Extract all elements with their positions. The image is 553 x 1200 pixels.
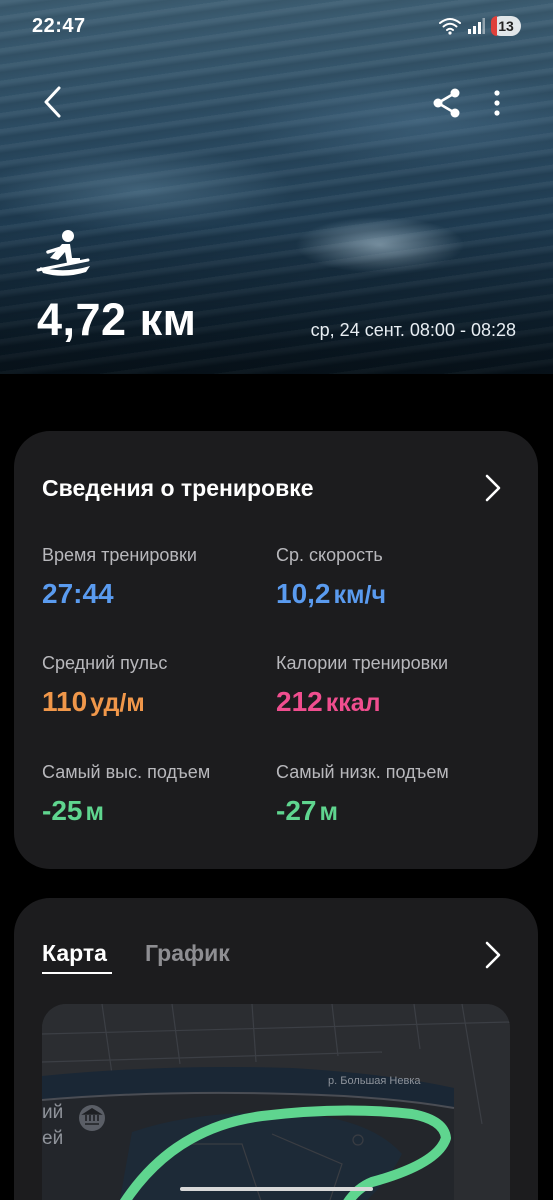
share-icon[interactable] [430, 86, 464, 120]
metric-label: Самый выс. подъем [42, 762, 211, 782]
map-edge-label: ий [42, 1102, 63, 1123]
active-tab-indicator [42, 972, 112, 974]
workout-date-range: ср, 24 сент. 08:00 - 08:28 [310, 320, 516, 340]
battery-level: 13 [498, 18, 514, 34]
tab-chart[interactable]: График [145, 940, 230, 967]
map-canvas: р. Большая Невка ий ей [42, 1004, 510, 1200]
workout-header: 22:47 13 4,72 км ср, 24 сент. 08:00 - 08… [0, 0, 553, 374]
distance-value: 4,72 км [37, 294, 197, 345]
map-edge-label: ей [42, 1128, 63, 1149]
workout-summary-card[interactable]: Сведения о тренировке Время тренировки 2… [14, 431, 538, 869]
metric-min-elevation: Самый низк. подъем -27 м [276, 762, 516, 827]
metric-avg-heart-rate: Средний пульс 110 уд/м [42, 653, 282, 718]
back-icon[interactable] [36, 82, 72, 122]
metric-label: Самый низк. подъем [276, 762, 449, 782]
map-street-label: р. Большая Невка [328, 1075, 421, 1087]
map-card: Карта График р. Большая Невка ий ей [14, 898, 538, 1200]
metric-value: 110 уд/м [42, 686, 145, 717]
route-map[interactable]: р. Большая Невка ий ей [42, 1004, 510, 1200]
summary-title: Сведения о тренировке [42, 475, 314, 501]
status-icons: 13 [439, 16, 521, 36]
metric-max-elevation: Самый выс. подъем -25 м [42, 762, 282, 827]
metric-value: -27 м [276, 795, 338, 826]
status-bar: 22:47 13 [0, 0, 553, 56]
metric-calories: Калории тренировки 212 ккал [276, 653, 516, 718]
metric-workout-time: Время тренировки 27:44 [42, 545, 282, 610]
status-time: 22:47 [32, 15, 86, 37]
chevron-right-icon[interactable] [482, 939, 504, 971]
metric-value: -25 м [42, 795, 104, 826]
battery-icon: 13 [491, 16, 521, 36]
home-indicator[interactable] [180, 1187, 373, 1191]
rowing-icon [36, 230, 90, 276]
chevron-right-icon[interactable] [482, 472, 504, 504]
metric-label: Ср. скорость [276, 545, 383, 565]
metric-value: 212 ккал [276, 686, 381, 717]
metric-label: Время тренировки [42, 545, 197, 565]
museum-icon [79, 1105, 105, 1131]
metric-value: 27:44 [42, 578, 114, 609]
more-icon[interactable] [486, 86, 508, 120]
metric-value: 10,2 км/ч [276, 578, 386, 609]
wifi-icon [439, 18, 461, 35]
metric-label: Калории тренировки [276, 653, 449, 673]
metric-avg-speed: Ср. скорость 10,2 км/ч [276, 545, 516, 610]
tab-map[interactable]: Карта [42, 940, 107, 967]
signal-icon [468, 18, 485, 34]
metric-label: Средний пульс [42, 653, 168, 673]
